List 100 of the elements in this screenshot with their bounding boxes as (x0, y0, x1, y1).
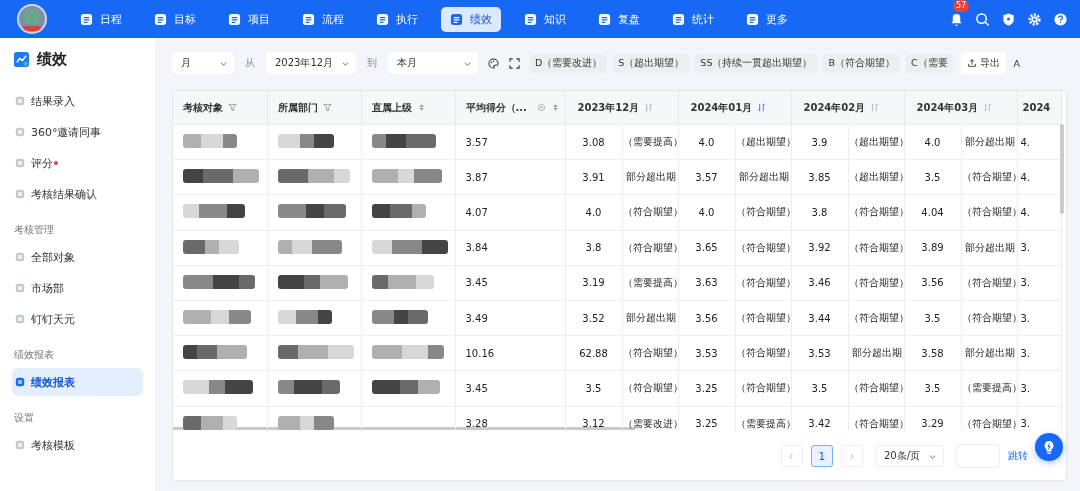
nav-tab[interactable]: 统计 (663, 6, 723, 32)
chevron-right-icon (847, 451, 857, 461)
table-cell: 部分超出期 (964, 347, 1015, 359)
nav-tab[interactable]: 项目 (219, 6, 279, 32)
table-cell: 3.5 (924, 312, 941, 324)
sidebar-item[interactable]: 全部对象 (12, 243, 143, 271)
table-cell: 部分超出期 (625, 312, 676, 324)
table-cell: 3.12 (582, 418, 605, 430)
table-cell: 3.85 (808, 171, 831, 183)
table-cell: 3.25 (695, 418, 718, 430)
nav-tab[interactable]: 知识 (515, 6, 575, 32)
sidebar-item[interactable]: 结果录入 (12, 87, 143, 115)
to-label: 到 (367, 56, 377, 70)
table-cell: （超出期望） (848, 171, 903, 183)
nav-tab[interactable]: 执行 (367, 6, 427, 32)
table-cell: 3.8 (585, 242, 602, 254)
table-cell: （符合期望） (961, 312, 1016, 324)
table-cell: 部分超出期 (964, 241, 1015, 253)
bell-icon[interactable] (949, 11, 964, 27)
grade-tag: SS（持续一贯超出期望） (695, 53, 818, 73)
shield-icon[interactable] (1001, 11, 1016, 27)
sort-icon[interactable] (983, 103, 993, 112)
scrollbar-thumb[interactable] (1060, 124, 1064, 214)
nav-tab[interactable]: 流程 (293, 6, 353, 32)
sidebar-item[interactable]: 绩效报表 (12, 368, 143, 396)
table-cell: （需要提高） (961, 382, 1016, 394)
table-cell: （符合期望） (848, 241, 903, 253)
table-cell: （符合期望） (961, 206, 1016, 218)
column-header[interactable]: 2023年12月 (565, 91, 678, 125)
table-cell: 3.5 (585, 382, 602, 394)
palette-icon[interactable] (488, 57, 499, 69)
help-icon[interactable] (1053, 11, 1068, 27)
jump-link[interactable]: 跳转 (1008, 449, 1028, 463)
table-cell: 3.63 (695, 277, 718, 289)
to-month-select[interactable]: 本月 (388, 52, 478, 74)
filter-icon[interactable] (228, 103, 237, 112)
sort-icon[interactable] (757, 103, 767, 112)
from-month-select[interactable]: 2023年12月 (266, 52, 356, 74)
table-cell: 10.16 (465, 347, 495, 359)
sidebar-item[interactable]: 评分 (12, 149, 143, 177)
column-header[interactable]: 2024 (1017, 91, 1061, 125)
table-cell: （符合期望） (961, 276, 1016, 288)
table-cell: （符合期望） (622, 382, 677, 394)
nav-tab[interactable]: 日程 (71, 6, 131, 32)
nav-tab[interactable]: 复盘 (589, 6, 649, 32)
table-cell: （符合期望） (848, 382, 903, 394)
settings-icon[interactable] (536, 103, 546, 112)
table-cell: 3.19 (582, 277, 605, 289)
table-cell: （符合期望） (735, 347, 790, 359)
period-select[interactable]: 月 (172, 52, 234, 74)
sidebar-item[interactable]: 考核结果确认 (12, 180, 143, 208)
table-cell: 4.0 (585, 206, 602, 218)
column-header[interactable]: 平均得分（... (455, 91, 565, 125)
table-cell: 3.65 (695, 242, 718, 254)
grade-tag: A (1013, 54, 1021, 72)
table-cell: 3. (1020, 242, 1031, 254)
table-cell: 部分超出期 (738, 171, 789, 183)
column-header[interactable]: 2024年03月 (904, 91, 1017, 125)
table-cell: 3.91 (582, 171, 605, 183)
table-cell: 3.29 (921, 418, 944, 430)
table-cell: 部分超出期 (964, 136, 1015, 148)
column-header[interactable]: 直属上级 (361, 91, 455, 125)
table-cell: （符合期望） (848, 206, 903, 218)
nav-tab[interactable]: 目标 (145, 6, 205, 32)
table-cell: 3.87 (465, 171, 488, 183)
fullscreen-icon[interactable] (509, 57, 520, 69)
table-cell: （需要提高） (622, 136, 677, 148)
export-button[interactable]: 导出 (960, 52, 1006, 74)
table-cell: 62.88 (579, 347, 608, 359)
nav-tab[interactable]: 更多 (737, 6, 797, 32)
sidebar-item[interactable]: 360°邀请同事 (12, 118, 143, 146)
sort-icon[interactable] (644, 103, 654, 112)
filter-icon[interactable] (322, 103, 332, 112)
table-cell: 3.08 (582, 136, 605, 148)
page-size-select[interactable]: 20条/页 (874, 445, 944, 467)
table-cell: 3.5 (924, 171, 941, 183)
from-label: 从 (245, 56, 255, 70)
sidebar-item[interactable]: 市场部 (12, 274, 143, 302)
search-icon[interactable] (975, 11, 990, 27)
table-cell: 3.42 (808, 418, 831, 430)
sidebar-title: 绩效 (37, 50, 67, 69)
sidebar-item[interactable]: 钉钉天元 (12, 305, 143, 333)
page-button[interactable]: 1 (810, 445, 833, 467)
tips-button[interactable] (1035, 433, 1063, 461)
nav-tab[interactable]: 绩效 (441, 6, 501, 32)
table-cell: 4.07 (465, 206, 488, 218)
column-header[interactable]: 2024年01月 (678, 91, 791, 125)
sort-icon[interactable] (870, 103, 880, 112)
table-cell: 3. (1020, 277, 1031, 289)
table-cell: （符合期望） (848, 276, 903, 288)
table-cell: 3.53 (808, 347, 831, 359)
table-cell: 3.57 (465, 136, 488, 148)
column-header[interactable]: 所属部门 (267, 91, 361, 125)
column-header[interactable]: 2024年02月 (791, 91, 904, 125)
column-header[interactable]: 考核对象 (173, 91, 267, 125)
sidebar-item[interactable]: 考核模板 (12, 431, 143, 459)
table-cell: 3. (1020, 347, 1031, 359)
table-cell: 3.58 (921, 347, 944, 359)
table-cell: 4.0 (924, 136, 941, 148)
table-cell: （符合期望） (848, 417, 903, 429)
